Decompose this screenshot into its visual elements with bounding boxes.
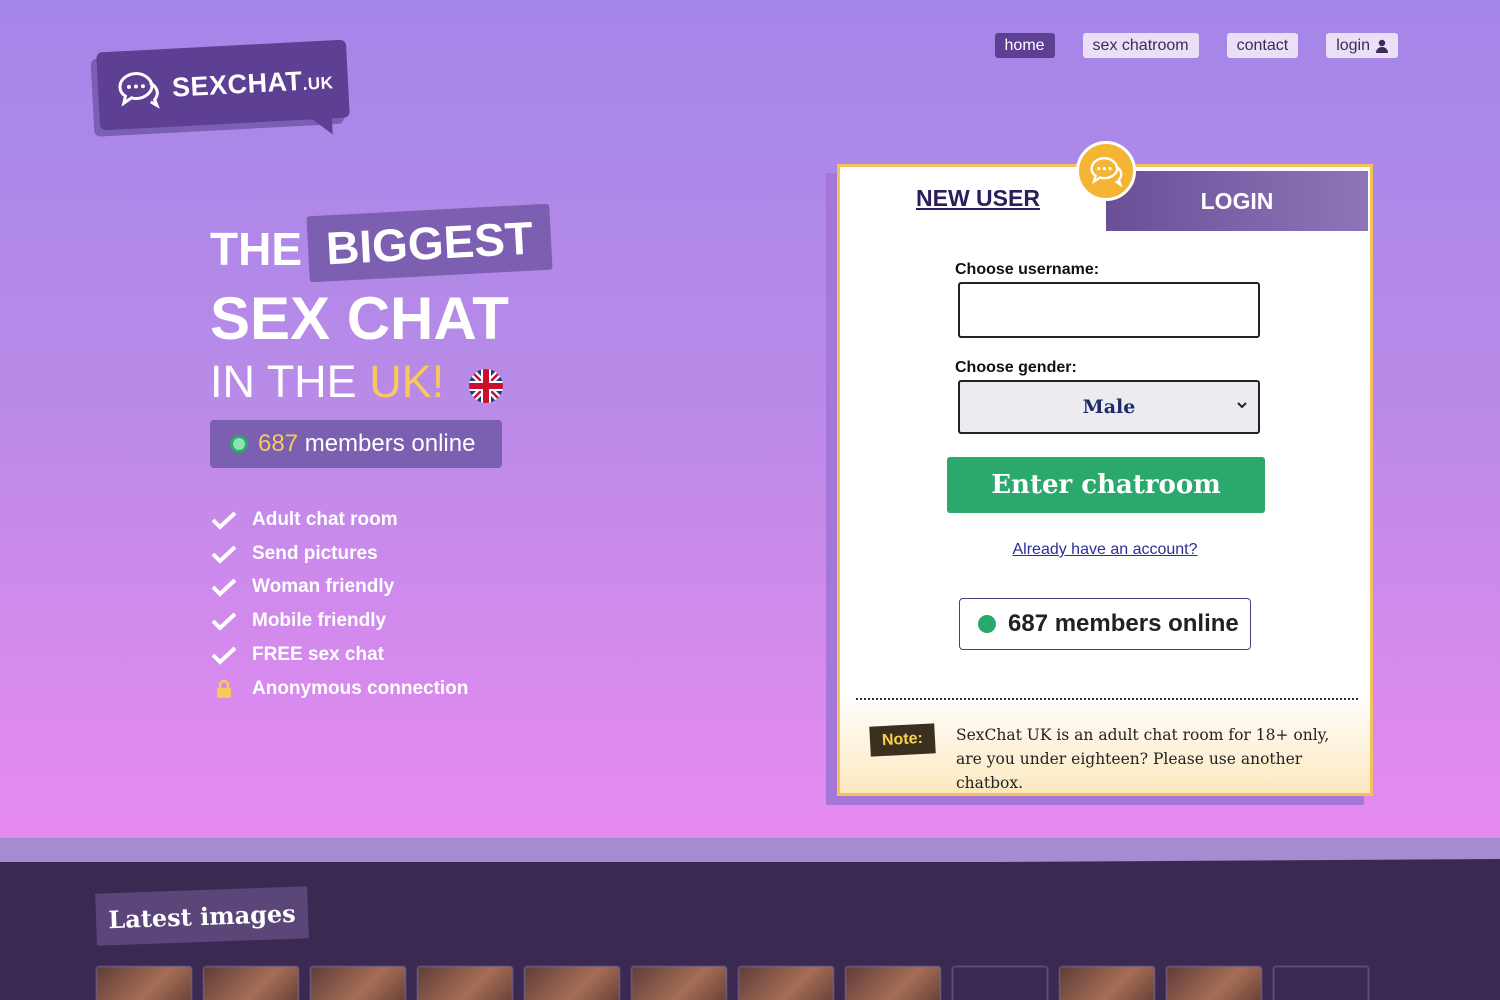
feature-item: Woman friendly — [210, 571, 468, 605]
note-text: SexChat UK is an adult chat room for 18+… — [956, 726, 1330, 792]
online-status-icon — [230, 435, 248, 453]
image-thumbnail[interactable] — [524, 966, 620, 1000]
tab-new-user[interactable]: NEW USER — [916, 185, 1040, 212]
latest-images-title: Latest images — [95, 886, 309, 946]
online-members-box: 687 members online — [959, 598, 1251, 650]
signup-card: NEW USER LOGIN Choose username: Choose g… — [837, 141, 1373, 796]
dotted-divider — [856, 698, 1358, 700]
chat-badge — [1076, 141, 1136, 201]
latest-images-strip — [96, 966, 1369, 1000]
image-thumbnail[interactable] — [1166, 966, 1262, 1000]
nav-contact[interactable]: contact — [1226, 33, 1299, 58]
check-icon — [210, 645, 238, 665]
feature-item: Send pictures — [210, 537, 468, 571]
check-icon — [210, 577, 238, 598]
uk-flag-icon — [468, 369, 503, 403]
online-status-icon — [978, 615, 996, 633]
check-icon — [210, 544, 238, 564]
image-thumbnail[interactable] — [845, 966, 941, 1000]
image-thumbnail[interactable] — [631, 966, 727, 1000]
nav-sex-chatroom[interactable]: sex chatroom — [1082, 33, 1199, 58]
headline-the: THE — [210, 223, 302, 275]
online-members-text: 687 members online — [1008, 610, 1239, 637]
image-thumbnail[interactable] — [310, 966, 406, 1000]
gender-value: Male — [1082, 396, 1136, 418]
feature-item: Adult chat room — [210, 503, 468, 537]
online-label: members online — [298, 430, 476, 457]
image-thumbnail[interactable] — [417, 966, 513, 1000]
online-count: 687 — [258, 430, 299, 457]
check-icon — [210, 510, 238, 530]
feature-list: Adult chat room Send pictures Woman frie… — [210, 503, 468, 706]
username-label: Choose username: — [955, 261, 1100, 278]
username-input[interactable] — [958, 282, 1260, 338]
user-icon — [1376, 39, 1388, 53]
nav-home[interactable]: home — [994, 33, 1055, 58]
feature-item: Anonymous connection — [210, 672, 468, 706]
image-thumbnail[interactable] — [96, 966, 192, 1000]
feature-label: Anonymous connection — [252, 677, 469, 699]
image-thumbnail[interactable] — [952, 966, 1048, 1000]
check-icon — [210, 611, 238, 632]
feature-label: Adult chat room — [252, 508, 398, 530]
enter-chatroom-button[interactable]: Enter chatroom — [947, 457, 1265, 513]
gender-label: Choose gender: — [955, 359, 1077, 376]
chevron-down-icon — [1237, 402, 1247, 409]
top-nav: home sex chatroom contact login — [994, 33, 1398, 58]
gender-select[interactable]: Male — [958, 380, 1260, 434]
feature-item: FREE sex chat — [210, 638, 468, 672]
site-logo[interactable]: SEXCHAT.UK — [96, 39, 350, 131]
feature-label: FREE sex chat — [252, 644, 384, 666]
chat-bubbles-icon — [118, 72, 160, 110]
headline-in-the-uk: IN THE UK! — [210, 356, 503, 408]
image-thumbnail[interactable] — [738, 966, 834, 1000]
headline-in-the: IN THE — [210, 356, 370, 407]
chat-bubbles-icon — [1090, 156, 1123, 187]
headline-uk: UK! — [369, 356, 445, 407]
image-thumbnail[interactable] — [203, 966, 299, 1000]
feature-item: Mobile friendly — [210, 604, 468, 638]
note-tag: Note: — [869, 723, 936, 757]
headline-biggest: BIGGEST — [306, 203, 553, 283]
logo-text: SEXCHAT.UK — [171, 65, 334, 103]
headline-sex-chat: SEX CHAT — [210, 285, 509, 352]
tab-login[interactable]: LOGIN — [1106, 171, 1368, 231]
lock-icon — [210, 679, 238, 699]
online-members-text: 687 members online — [258, 430, 475, 458]
already-have-account-link[interactable]: Already have an account? — [840, 541, 1370, 559]
image-thumbnail[interactable] — [1059, 966, 1155, 1000]
nav-login[interactable]: login — [1326, 33, 1398, 58]
feature-label: Send pictures — [252, 542, 378, 564]
feature-label: Woman friendly — [252, 576, 395, 598]
online-members-pill: 687 members online — [210, 420, 502, 468]
image-thumbnail[interactable] — [1273, 966, 1369, 1000]
feature-label: Mobile friendly — [252, 610, 387, 632]
nav-login-label: login — [1336, 36, 1370, 54]
